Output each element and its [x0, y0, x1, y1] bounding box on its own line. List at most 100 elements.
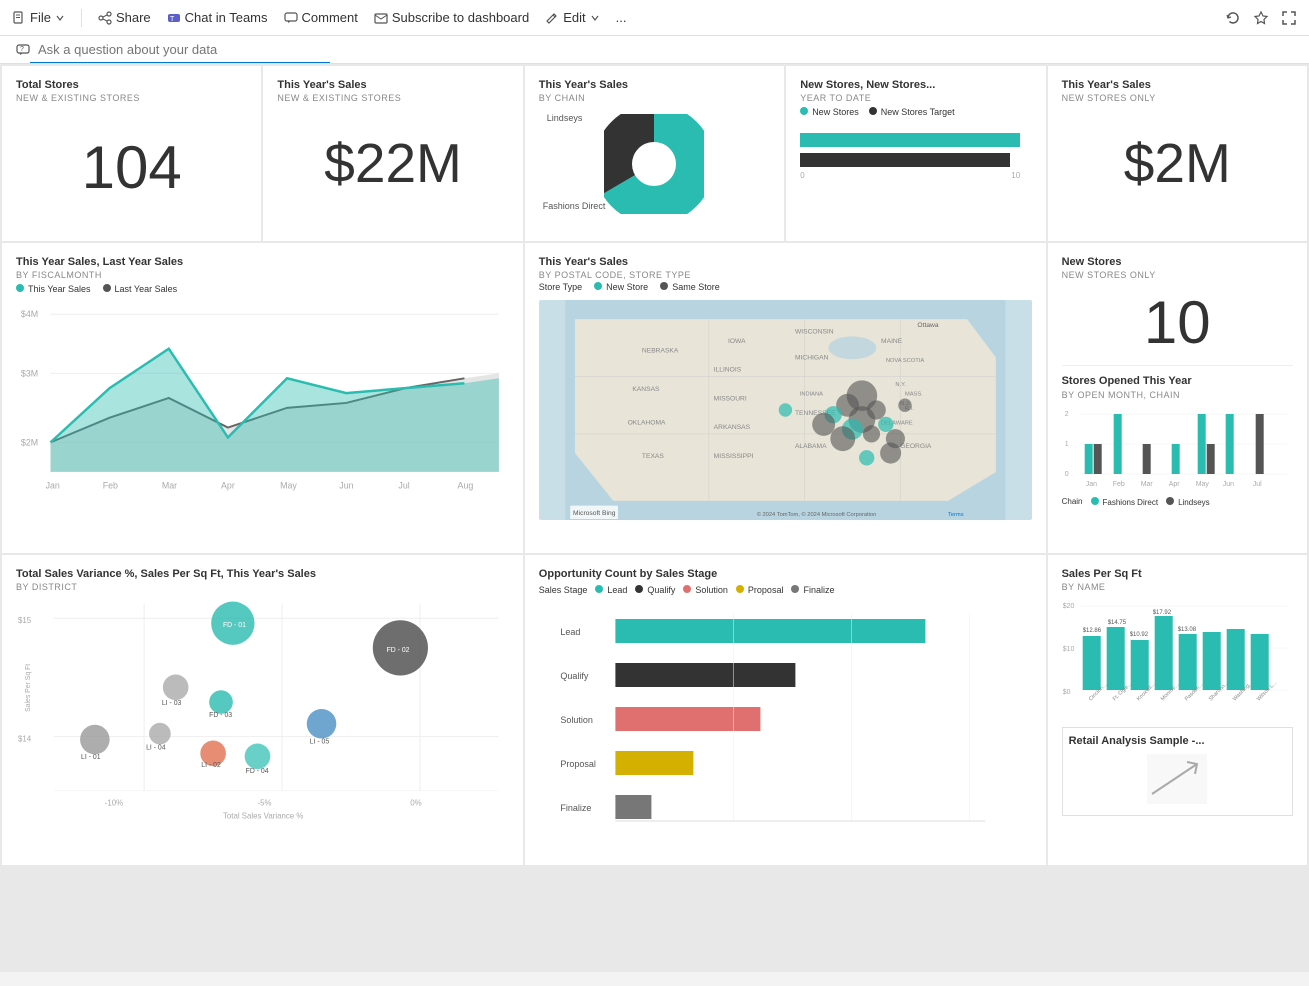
- new-stores-ytd-subtitle: YEAR TO DATE: [800, 93, 1031, 103]
- opportunity-svg: Lead Qualify Solution Proposal Finalize …: [539, 603, 1032, 823]
- fullscreen-icon[interactable]: [1281, 10, 1297, 26]
- scatter-subtitle: BY DISTRICT: [16, 582, 509, 592]
- svg-text:WISCONSIN: WISCONSIN: [795, 329, 834, 336]
- svg-text:Finalize: Finalize: [560, 803, 591, 813]
- svg-text:LI - 04: LI - 04: [146, 745, 166, 752]
- svg-text:$2M: $2M: [21, 438, 38, 448]
- total-stores-title: Total Stores: [16, 78, 247, 92]
- dashboard: Total Stores NEW & EXISTING STORES 104 T…: [0, 64, 1309, 972]
- line-chart-subtitle: BY FISCALMONTH: [16, 270, 509, 280]
- new-only-value: $2M: [1062, 131, 1293, 195]
- svg-text:-10%: -10%: [105, 799, 123, 808]
- card-new-stores-right[interactable]: New Stores NEW STORES ONLY 10 Stores Ope…: [1048, 243, 1307, 553]
- card-line-chart[interactable]: This Year Sales, Last Year Sales BY FISC…: [2, 243, 523, 553]
- line-chart-title: This Year Sales, Last Year Sales: [16, 255, 509, 269]
- svg-text:Ottawa: Ottawa: [917, 322, 938, 329]
- map-svg: NEBRASKA KANSAS OKLAHOMA TEXAS IOWA ILLI…: [539, 300, 1032, 520]
- qa-icon: ?: [16, 43, 30, 57]
- opportunity-legend: Sales Stage Lead Qualify Solution Propos…: [539, 585, 1032, 595]
- svg-text:Mar: Mar: [1140, 481, 1153, 488]
- ytd-bars: [800, 133, 1031, 167]
- card-map[interactable]: This Year's Sales BY POSTAL CODE, STORE …: [525, 243, 1046, 553]
- svg-text:Aug: Aug: [458, 481, 474, 491]
- svg-text:Apr: Apr: [1168, 481, 1180, 488]
- map-visual[interactable]: NEBRASKA KANSAS OKLAHOMA TEXAS IOWA ILLI…: [539, 300, 1032, 520]
- card-this-year-sales[interactable]: This Year's Sales NEW & EXISTING STORES …: [263, 66, 522, 241]
- ytd-legend: New Stores New Stores Target: [800, 107, 1031, 117]
- scatter-area: $15 $14 Sales Per Sq Ft -10% -5% 0% Tota…: [16, 592, 509, 825]
- top-bar: File Share T Chat in Teams Comment Subsc…: [0, 0, 1309, 36]
- card-sales-sqft[interactable]: Sales Per Sq Ft BY NAME $20 $10 $0 $12.8…: [1048, 555, 1307, 865]
- ytd-axis: 0 10: [800, 171, 1020, 180]
- subscribe-button[interactable]: Subscribe to dashboard: [374, 10, 529, 25]
- card-new-stores-ytd[interactable]: New Stores, New Stores... YEAR TO DATE N…: [786, 66, 1045, 241]
- new-stores-ytd-title: New Stores, New Stores...: [800, 78, 1031, 92]
- sales-chain-subtitle: BY CHAIN: [539, 93, 770, 103]
- svg-text:IOWA: IOWA: [728, 338, 746, 345]
- svg-text:© 2024 TomTom, © 2024 Microsof: © 2024 TomTom, © 2024 Microsoft Corporat…: [756, 511, 876, 518]
- sales-sqft-subtitle: BY NAME: [1062, 582, 1293, 592]
- this-year-sales-value: $22M: [277, 131, 508, 195]
- qa-input[interactable]: [38, 42, 338, 57]
- svg-text:GEORGIA: GEORGIA: [900, 444, 932, 451]
- svg-text:MAINE: MAINE: [881, 338, 903, 345]
- refresh-icon[interactable]: [1225, 10, 1241, 26]
- star-icon[interactable]: [1253, 10, 1269, 26]
- qa-bar[interactable]: ?: [0, 36, 1309, 64]
- comment-button[interactable]: Comment: [284, 10, 358, 25]
- svg-text:$3M: $3M: [21, 369, 38, 379]
- sales-sqft-title: Sales Per Sq Ft: [1062, 567, 1293, 581]
- stores-opened-subtitle: BY OPEN MONTH, CHAIN: [1062, 390, 1293, 400]
- card-scatter[interactable]: Total Sales Variance %, Sales Per Sq Ft,…: [2, 555, 523, 865]
- file-menu[interactable]: File: [12, 10, 65, 25]
- total-stores-subtitle: NEW & EXISTING STORES: [16, 93, 247, 103]
- stores-opened-title: Stores Opened This Year: [1062, 374, 1293, 388]
- card-sales-chain[interactable]: This Year's Sales BY CHAIN Lindseys Fash…: [525, 66, 784, 241]
- svg-text:LI - 05: LI - 05: [310, 739, 330, 746]
- card-new-stores-only-sales[interactable]: This Year's Sales NEW STORES ONLY $2M: [1048, 66, 1307, 241]
- svg-text:$12.86: $12.86: [1082, 628, 1101, 634]
- svg-text:Jan: Jan: [1085, 481, 1096, 488]
- svg-text:INDIANA: INDIANA: [800, 392, 823, 398]
- svg-text:FD - 01: FD - 01: [223, 622, 246, 629]
- svg-text:May: May: [280, 481, 297, 491]
- stores-chain-legend: Chain Fashions Direct Lindseys: [1062, 497, 1293, 507]
- this-year-sales-subtitle: NEW & EXISTING STORES: [277, 93, 508, 103]
- svg-text:$15: $15: [18, 617, 32, 626]
- svg-text:$14: $14: [18, 735, 32, 744]
- svg-text:Jul: Jul: [1252, 481, 1261, 488]
- map-title: This Year's Sales: [539, 255, 1032, 269]
- more-button[interactable]: ...: [616, 10, 627, 25]
- svg-text:1: 1: [1064, 441, 1068, 448]
- new-only-subtitle: NEW STORES ONLY: [1062, 93, 1293, 103]
- new-stores-title: New Stores: [1062, 255, 1293, 269]
- new-stores-value: 10: [1062, 288, 1293, 357]
- line-chart-area: $4M $3M $2M Jan Feb Mar Apr May Jun: [16, 298, 509, 501]
- svg-text:-5%: -5%: [257, 799, 271, 808]
- svg-text:ILLINOIS: ILLINOIS: [713, 367, 741, 374]
- svg-text:Feb: Feb: [1112, 481, 1124, 488]
- svg-text:N.Y.: N.Y.: [895, 382, 906, 388]
- chain-label-fashions: Fashions Direct: [543, 201, 606, 211]
- svg-text:Jun: Jun: [339, 481, 353, 491]
- chat-in-teams-button[interactable]: T Chat in Teams: [167, 10, 268, 25]
- retail-sample-card[interactable]: Retail Analysis Sample -...: [1062, 727, 1293, 815]
- svg-text:Terms: Terms: [948, 512, 964, 518]
- opportunity-title: Opportunity Count by Sales Stage: [539, 567, 1032, 581]
- share-button[interactable]: Share: [98, 10, 151, 25]
- svg-text:FD - 02: FD - 02: [387, 647, 410, 654]
- scatter-svg: $15 $14 Sales Per Sq Ft -10% -5% 0% Tota…: [16, 592, 509, 822]
- svg-text:$13.08: $13.08: [1177, 627, 1196, 633]
- svg-text:Sales Per Sq Ft: Sales Per Sq Ft: [25, 664, 32, 712]
- card-total-stores[interactable]: Total Stores NEW & EXISTING STORES 104: [2, 66, 261, 241]
- svg-text:Jul: Jul: [398, 481, 409, 491]
- svg-text:Mar: Mar: [162, 481, 177, 491]
- svg-text:May: May: [1195, 481, 1209, 488]
- svg-text:OKLAHOMA: OKLAHOMA: [627, 420, 665, 427]
- edit-button[interactable]: Edit: [545, 10, 599, 25]
- top-bar-right: [1225, 10, 1297, 26]
- svg-text:MICHIGAN: MICHIGAN: [795, 355, 829, 362]
- svg-text:T: T: [170, 16, 175, 23]
- svg-text:Qualify: Qualify: [560, 671, 589, 681]
- card-opportunity[interactable]: Opportunity Count by Sales Stage Sales S…: [525, 555, 1046, 865]
